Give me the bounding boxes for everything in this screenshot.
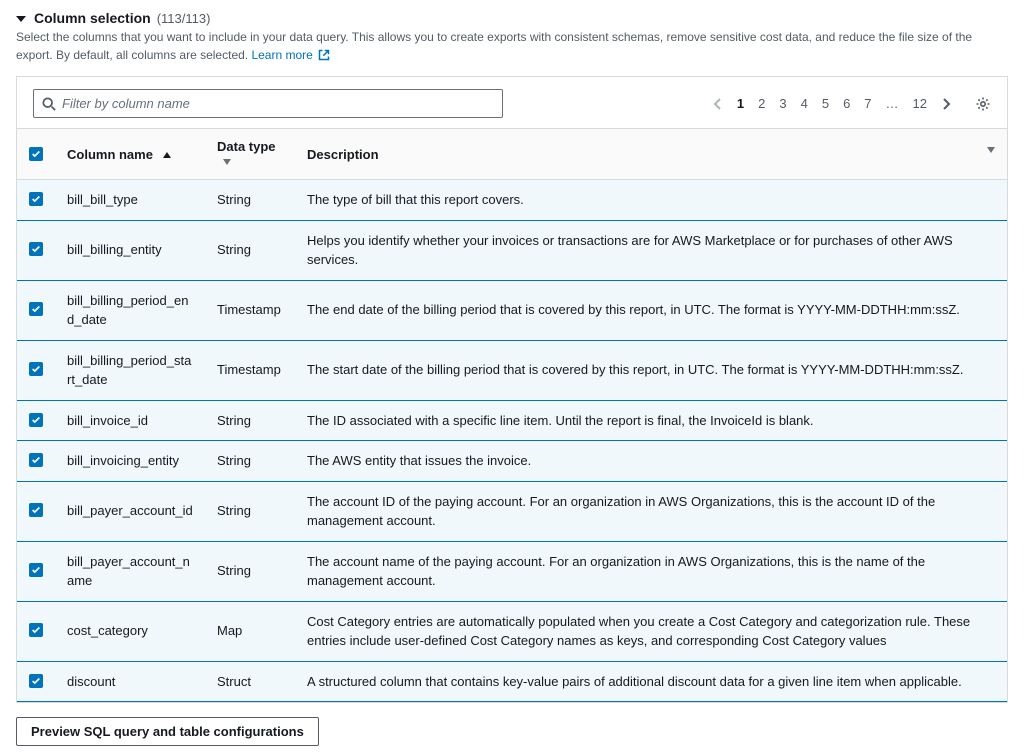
- select-all-checkbox[interactable]: [29, 147, 43, 161]
- cell-description: The end date of the billing period that …: [295, 280, 1007, 340]
- sort-icon: [223, 159, 231, 165]
- cell-description: The AWS entity that issues the invoice.: [295, 441, 1007, 482]
- columns-table: Column name Data type Description bill_b…: [17, 128, 1007, 702]
- cell-column-name: bill_payer_account_id: [55, 481, 205, 541]
- search-box[interactable]: [33, 89, 503, 118]
- toolbar: 1234567 … 12: [17, 77, 1007, 128]
- cell-description: A structured column that contains key-va…: [295, 661, 1007, 702]
- collapse-caret-icon[interactable]: [16, 16, 26, 22]
- section-description: Select the columns that you want to incl…: [16, 28, 1008, 66]
- cell-description: The account name of the paying account. …: [295, 541, 1007, 601]
- cell-data-type: String: [205, 220, 295, 280]
- row-checkbox[interactable]: [29, 192, 43, 206]
- table-row[interactable]: bill_bill_type String The type of bill t…: [17, 180, 1007, 221]
- cell-description: The start date of the billing period tha…: [295, 340, 1007, 400]
- row-checkbox[interactable]: [29, 674, 43, 688]
- cell-description: The ID associated with a specific line i…: [295, 400, 1007, 441]
- page-number[interactable]: 3: [779, 96, 786, 111]
- cell-column-name: bill_invoice_id: [55, 400, 205, 441]
- page-prev[interactable]: [713, 97, 723, 111]
- page-number[interactable]: 7: [864, 96, 871, 111]
- row-checkbox[interactable]: [29, 302, 43, 316]
- row-checkbox[interactable]: [29, 503, 43, 517]
- cell-data-type: String: [205, 400, 295, 441]
- row-checkbox[interactable]: [29, 362, 43, 376]
- table-row[interactable]: bill_billing_period_start_date Timestamp…: [17, 340, 1007, 400]
- cell-data-type: String: [205, 180, 295, 221]
- page-number[interactable]: 4: [801, 96, 808, 111]
- page-last[interactable]: 12: [913, 96, 927, 111]
- cell-column-name: bill_billing_period_end_date: [55, 280, 205, 340]
- sort-asc-icon: [163, 152, 171, 158]
- external-link-icon: [318, 48, 330, 66]
- cell-column-name: cost_category: [55, 601, 205, 661]
- cell-column-name: bill_billing_entity: [55, 220, 205, 280]
- gear-icon: [975, 96, 991, 112]
- preview-sql-button[interactable]: Preview SQL query and table configuratio…: [16, 717, 319, 746]
- cell-description: Helps you identify whether your invoices…: [295, 220, 1007, 280]
- table-row[interactable]: bill_payer_account_name String The accou…: [17, 541, 1007, 601]
- cell-column-name: bill_invoicing_entity: [55, 441, 205, 482]
- table-row[interactable]: bill_billing_entity String Helps you ide…: [17, 220, 1007, 280]
- table-row[interactable]: bill_invoicing_entity String The AWS ent…: [17, 441, 1007, 482]
- page-ellipsis: …: [886, 96, 899, 111]
- page-next[interactable]: [941, 97, 951, 111]
- section-header[interactable]: Column selection (113/113): [16, 10, 1008, 26]
- cell-column-name: bill_billing_period_start_date: [55, 340, 205, 400]
- cell-description: Cost Category entries are automatically …: [295, 601, 1007, 661]
- cell-column-name: bill_bill_type: [55, 180, 205, 221]
- cell-data-type: String: [205, 441, 295, 482]
- search-input[interactable]: [56, 94, 494, 113]
- table-row[interactable]: cost_category Map Cost Category entries …: [17, 601, 1007, 661]
- header-select-all[interactable]: [17, 129, 55, 180]
- section-description-text: Select the columns that you want to incl…: [16, 30, 972, 62]
- pagination: 1234567 … 12: [713, 96, 991, 112]
- row-checkbox[interactable]: [29, 413, 43, 427]
- cell-data-type: Struct: [205, 661, 295, 702]
- row-checkbox[interactable]: [29, 242, 43, 256]
- section-title: Column selection: [34, 10, 151, 26]
- cell-description: The account ID of the paying account. Fo…: [295, 481, 1007, 541]
- table-row[interactable]: bill_payer_account_id String The account…: [17, 481, 1007, 541]
- sort-icon: [987, 147, 995, 153]
- cell-column-name: bill_payer_account_name: [55, 541, 205, 601]
- header-column-name[interactable]: Column name: [55, 129, 205, 180]
- table-row[interactable]: bill_invoice_id String The ID associated…: [17, 400, 1007, 441]
- section-count: (113/113): [157, 11, 211, 26]
- search-icon: [42, 97, 56, 111]
- cell-data-type: Timestamp: [205, 280, 295, 340]
- cell-column-name: discount: [55, 661, 205, 702]
- settings-button[interactable]: [975, 96, 991, 112]
- learn-more-link[interactable]: Learn more: [251, 48, 330, 62]
- cell-data-type: String: [205, 481, 295, 541]
- page-number[interactable]: 1: [737, 96, 744, 111]
- table-row[interactable]: bill_billing_period_end_date Timestamp T…: [17, 280, 1007, 340]
- header-data-type[interactable]: Data type: [205, 129, 295, 180]
- header-description[interactable]: Description: [295, 129, 1007, 180]
- row-checkbox[interactable]: [29, 453, 43, 467]
- row-checkbox[interactable]: [29, 563, 43, 577]
- page-number[interactable]: 6: [843, 96, 850, 111]
- column-selection-panel: 1234567 … 12 Column name: [16, 76, 1008, 703]
- row-checkbox[interactable]: [29, 623, 43, 637]
- page-number[interactable]: 2: [758, 96, 765, 111]
- cell-description: The type of bill that this report covers…: [295, 180, 1007, 221]
- page-number[interactable]: 5: [822, 96, 829, 111]
- cell-data-type: String: [205, 541, 295, 601]
- cell-data-type: Timestamp: [205, 340, 295, 400]
- cell-data-type: Map: [205, 601, 295, 661]
- table-row[interactable]: discount Struct A structured column that…: [17, 661, 1007, 702]
